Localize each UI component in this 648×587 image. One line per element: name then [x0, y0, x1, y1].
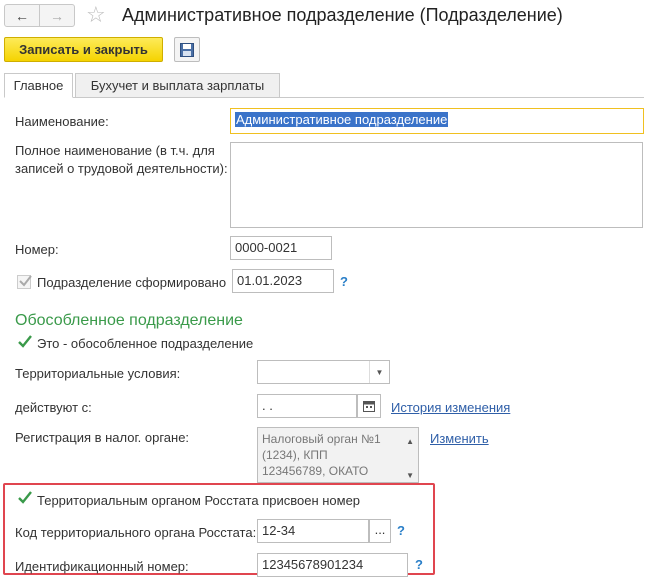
- full-name-label-line1: Полное наименование (в т.ч. для: [15, 143, 215, 158]
- rosstat-code-help-link[interactable]: ?: [397, 523, 405, 538]
- checkmark-icon: [19, 275, 32, 287]
- formed-checkbox[interactable]: [17, 275, 32, 289]
- tax-reg-line-1: Налоговый орган №1: [262, 432, 381, 446]
- tax-reg-field[interactable]: Налоговый орган №1 (1234), КПП 123456789…: [257, 427, 419, 483]
- is-separate-label: Это - обособленное подразделение: [37, 336, 254, 351]
- scroll-up-icon[interactable]: ▲: [406, 434, 414, 450]
- calendar-icon: [363, 401, 375, 412]
- territorial-select[interactable]: ▼: [257, 360, 390, 384]
- change-tax-reg-link[interactable]: Изменить: [430, 431, 489, 446]
- valid-from-input[interactable]: . .: [257, 394, 357, 418]
- tax-reg-line-3: 123456789, ОКАТО: [262, 464, 369, 478]
- tab-main[interactable]: Главное: [4, 73, 73, 98]
- rosstat-code-input[interactable]: 12-34: [257, 519, 369, 543]
- scroll-down-icon[interactable]: ▼: [406, 468, 414, 484]
- back-button[interactable]: ←: [4, 4, 40, 27]
- arrow-left-icon: ←: [15, 7, 29, 24]
- save-button[interactable]: [174, 37, 200, 62]
- number-input[interactable]: 0000-0021: [230, 236, 332, 260]
- rosstat-code-select-button[interactable]: ...: [369, 519, 391, 543]
- window-title: Административное подразделение (Подразде…: [122, 5, 563, 25]
- chevron-down-icon[interactable]: ▼: [369, 361, 389, 383]
- formed-help-link[interactable]: ?: [340, 274, 348, 289]
- separate-section-title: Обособленное подразделение: [15, 312, 243, 329]
- rosstat-assigned-checkbox[interactable]: [17, 491, 32, 506]
- formed-label: Подразделение сформировано: [37, 275, 227, 290]
- checkmark-icon: [18, 491, 32, 504]
- formed-date-input[interactable]: 01.01.2023: [232, 269, 334, 293]
- favorite-star-icon[interactable]: ☆: [86, 4, 106, 26]
- full-name-label-line2: записей о трудовой деятельности):: [15, 161, 228, 176]
- tab-accounting-payroll[interactable]: Бухучет и выплата зарплаты: [75, 73, 280, 98]
- rosstat-code-label: Код территориального органа Росстата:: [15, 525, 257, 540]
- valid-from-label: действуют с:: [15, 400, 92, 415]
- history-link[interactable]: История изменения: [391, 400, 510, 415]
- name-input[interactable]: Административное подразделение: [230, 108, 644, 134]
- checkmark-icon: [18, 335, 32, 348]
- full-name-textarea[interactable]: [230, 142, 643, 228]
- tax-reg-line-2: (1234), КПП: [262, 448, 328, 462]
- tax-reg-label: Регистрация в налог. органе:: [15, 430, 190, 445]
- territorial-label: Территориальные условия:: [15, 366, 181, 381]
- floppy-disk-icon: [180, 42, 194, 57]
- number-label: Номер:: [15, 242, 59, 257]
- calendar-button[interactable]: [357, 394, 381, 418]
- rosstat-assigned-label: Территориальным органом Росстата присвое…: [37, 493, 361, 508]
- identification-number-help-link[interactable]: ?: [415, 557, 423, 572]
- identification-number-label: Идентификационный номер:: [15, 559, 189, 574]
- save-and-close-button[interactable]: Записать и закрыть: [4, 37, 163, 62]
- is-separate-checkbox[interactable]: [17, 335, 32, 350]
- name-label: Наименование:: [15, 114, 109, 129]
- identification-number-input[interactable]: 12345678901234: [257, 553, 408, 577]
- arrow-right-icon: →: [50, 7, 64, 24]
- forward-button[interactable]: →: [39, 4, 75, 27]
